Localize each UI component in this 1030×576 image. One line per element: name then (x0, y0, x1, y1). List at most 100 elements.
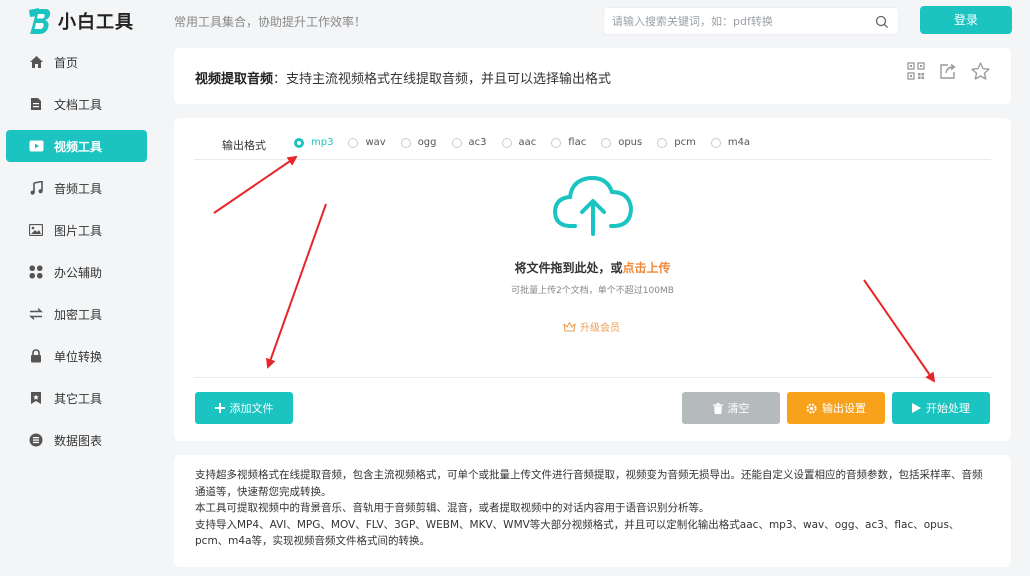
format-option-label: mp3 (311, 137, 334, 148)
format-option-label: aac (518, 137, 537, 148)
radio-checked-icon[interactable] (294, 137, 304, 148)
sidebar-item-label: 音频工具 (54, 181, 103, 196)
tool-description-card: 支持超多视频格式在线提取音频，包含主流视频格式，可单个或批量上传文件进行音频提取… (174, 455, 1011, 567)
plus-icon (214, 403, 225, 413)
format-option-aac[interactable]: aac (501, 137, 537, 148)
add-file-button[interactable]: 添加文件 (195, 392, 293, 424)
format-label: 输出格式 (222, 139, 266, 152)
office-icon (28, 264, 44, 280)
sidebar-item-audio[interactable]: 音频工具 (6, 172, 147, 204)
search-icon[interactable] (875, 14, 889, 28)
qrcode-icon[interactable] (907, 62, 927, 82)
sidebar-item-image[interactable]: 图片工具 (6, 214, 147, 246)
format-radio-group: mp3 wav ogg ac3 aac flac opus pcm m4a (294, 137, 765, 148)
video-icon (28, 138, 44, 154)
description-paragraph: 支持超多视频格式在线提取音频，包含主流视频格式，可单个或批量上传文件进行音频提取… (195, 469, 983, 498)
logo[interactable]: 小白工具 (26, 6, 134, 36)
search-box (603, 7, 899, 35)
sidebar-item-video[interactable]: 视频工具 (6, 130, 147, 162)
upgrade-vip-link[interactable]: 升级会员 (563, 319, 620, 334)
radio-icon[interactable] (501, 137, 512, 148)
clear-label: 清空 (727, 402, 750, 415)
sidebar-item-label: 文档工具 (54, 97, 103, 112)
radio-icon[interactable] (400, 137, 411, 148)
image-icon (28, 222, 44, 238)
tool-description: ：支持主流视频格式在线提取音频，并且可以选择输出格式 (273, 72, 612, 87)
format-option-opus[interactable]: opus (601, 137, 642, 148)
format-option-label: m4a (727, 137, 751, 148)
format-option-ogg[interactable]: ogg (400, 137, 437, 148)
sidebar-item-label: 其它工具 (54, 391, 103, 406)
format-option-label: wav (365, 137, 386, 148)
output-settings-button[interactable]: 输出设置 (787, 392, 885, 424)
radio-icon[interactable] (451, 137, 462, 148)
logo-text: 小白工具 (58, 12, 134, 33)
radio-icon[interactable] (601, 137, 612, 148)
trash-icon (712, 402, 723, 414)
encrypt-icon (28, 306, 44, 322)
format-option-label: flac (568, 137, 587, 148)
title-actions (907, 62, 991, 82)
converter-panel: 输出格式 mp3 wav ogg ac3 aac flac opus pcm m… (174, 118, 1011, 441)
start-processing-label: 开始处理 (926, 402, 970, 415)
format-option-flac[interactable]: flac (551, 137, 586, 148)
sidebar-item-label: 图片工具 (54, 223, 103, 238)
bookmark-icon (28, 390, 44, 406)
sidebar-item-label: 加密工具 (54, 307, 103, 322)
login-button[interactable]: 登录 (920, 6, 1012, 34)
format-option-m4a[interactable]: m4a (710, 137, 751, 148)
share-icon[interactable] (939, 62, 959, 82)
divider (194, 377, 991, 378)
sidebar-item-label: 视频工具 (54, 139, 103, 154)
radio-icon[interactable] (657, 137, 668, 148)
cloud-upload-icon[interactable] (551, 174, 635, 238)
format-option-ac3[interactable]: ac3 (451, 137, 487, 148)
sidebar-item-document[interactable]: 文档工具 (6, 88, 147, 120)
sidebar-item-label: 办公辅助 (54, 265, 103, 280)
start-processing-button[interactable]: 开始处理 (892, 392, 990, 424)
crown-icon (563, 321, 576, 332)
slogan: 常用工具集合，协助提升工作效率！ (174, 15, 367, 29)
sidebar-item-label: 单位转换 (54, 349, 103, 364)
format-option-label: pcm (674, 137, 696, 148)
tool-title-card: 视频提取音频：支持主流视频格式在线提取音频，并且可以选择输出格式 (174, 48, 1011, 104)
upload-hint: 可批量上传2个文档，单个不超过100MB (511, 286, 674, 296)
description-paragraph: 支持导入MP4、AVI、MPG、MOV、FLV、3GP、WEBM、MKV、WMV… (195, 518, 960, 548)
divider (194, 159, 991, 160)
tool-title: 视频提取音频：支持主流视频格式在线提取音频，并且可以选择输出格式 (195, 68, 611, 87)
upload-prompt: 将文件拖到此处，或 (514, 261, 623, 275)
gear-icon (806, 403, 817, 414)
upload-drop-text[interactable]: 将文件拖到此处，或点击上传 (174, 259, 1011, 276)
clear-button[interactable]: 清空 (682, 392, 780, 424)
description-paragraph: 本工具可提取视频中的背景音乐、音轨用于音频剪辑、混音，或者提取视频中的对话内容用… (195, 502, 710, 514)
format-option-label: ogg (417, 137, 437, 148)
sidebar-item-unit-convert[interactable]: 单位转换 (6, 340, 147, 372)
upload-link[interactable]: 点击上传 (623, 261, 671, 275)
sidebar-item-office[interactable]: 办公辅助 (6, 256, 147, 288)
music-icon (28, 180, 44, 196)
format-option-pcm[interactable]: pcm (657, 137, 696, 148)
logo-icon (26, 6, 52, 36)
lock-icon (28, 348, 44, 364)
format-option-mp3[interactable]: mp3 (294, 137, 333, 148)
output-settings-label: 输出设置 (822, 402, 866, 415)
search-input[interactable] (604, 8, 864, 34)
radio-icon[interactable] (348, 137, 359, 148)
sidebar-item-label: 首页 (54, 55, 79, 70)
radio-icon[interactable] (551, 137, 562, 148)
format-option-label: opus (618, 137, 643, 148)
sidebar-item-encrypt[interactable]: 加密工具 (6, 298, 147, 330)
document-icon (28, 96, 44, 112)
upgrade-vip-label: 升级会员 (580, 323, 620, 334)
favorite-star-icon[interactable] (971, 62, 991, 82)
sidebar-item-other[interactable]: 其它工具 (6, 382, 147, 414)
add-file-label: 添加文件 (229, 402, 274, 415)
tool-name: 视频提取音频 (195, 72, 274, 87)
format-option-wav[interactable]: wav (348, 137, 386, 148)
radio-icon[interactable] (710, 137, 721, 148)
sidebar-item-chart[interactable]: 数据图表 (6, 424, 147, 456)
format-option-label: ac3 (468, 137, 487, 148)
sidebar-item-home[interactable]: 首页 (6, 46, 147, 78)
play-icon (912, 403, 921, 413)
chart-icon (28, 432, 44, 448)
